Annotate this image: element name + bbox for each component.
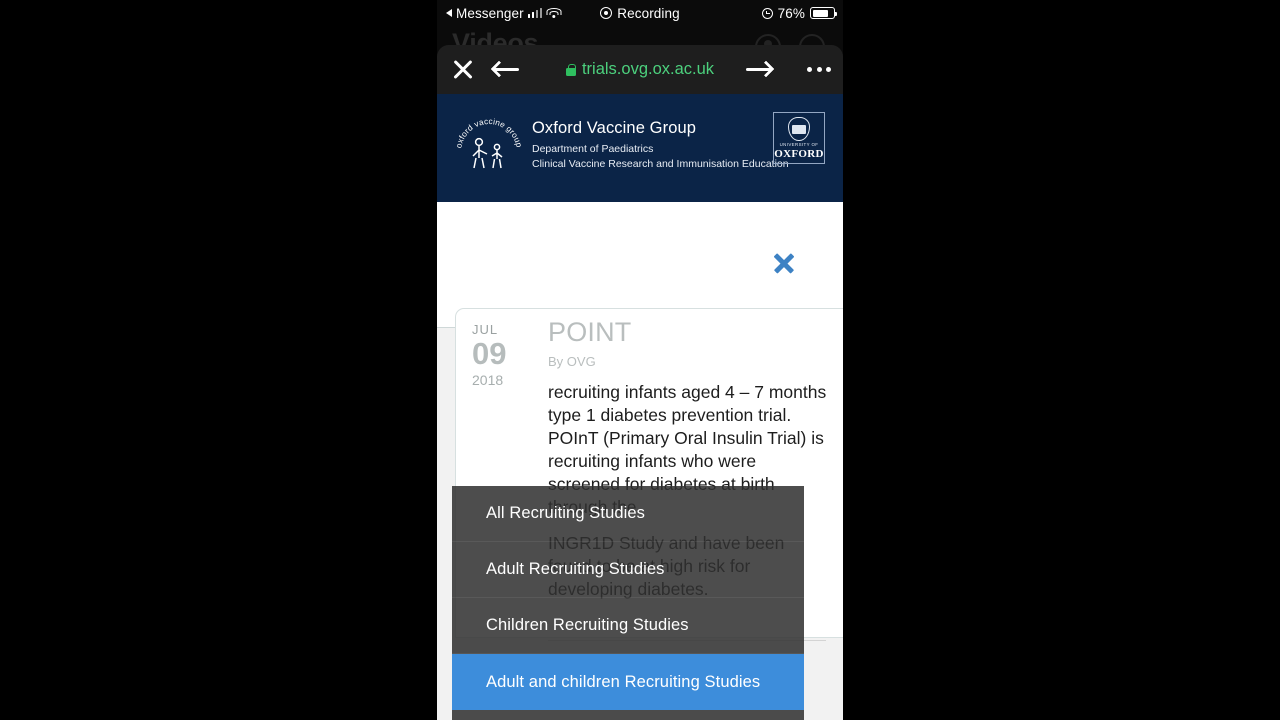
article-byline: By OVG: [548, 354, 596, 369]
article-month: JUL: [472, 322, 499, 337]
dropdown-item-adult-and-children-recruiting[interactable]: Adult and children Recruiting Studies: [452, 654, 804, 710]
arrow-right-icon[interactable]: [745, 57, 775, 83]
dropdown-item-label: Adult and children Recruiting Studies: [486, 672, 761, 691]
site-header: oxford vaccine group Oxford Vaccine Grou…: [437, 94, 843, 202]
org-name: Oxford Vaccine Group: [532, 119, 697, 137]
article-day: 09: [472, 336, 507, 371]
battery-percent-label: 76%: [777, 5, 805, 21]
browser-sheet: trials.ovg.ox.ac.uk oxford vaccine group: [437, 45, 843, 720]
article-date: JUL 09 2018: [472, 323, 536, 387]
status-bar: Messenger Recording 76%: [437, 0, 843, 26]
dropdown-item-adult-recruiting[interactable]: Adult Recruiting Studies: [452, 542, 804, 598]
more-options-icon[interactable]: [807, 67, 831, 72]
url-text: trials.ovg.ox.ac.uk: [581, 60, 715, 78]
status-bar-right: 76%: [761, 5, 838, 21]
article-year: 2018: [472, 372, 504, 388]
close-icon[interactable]: [773, 252, 795, 274]
dropdown-item-closed-studies[interactable]: Closed Studies: [452, 710, 804, 720]
battery-icon: [810, 7, 838, 19]
oxford-crest-icon: UNIVERSITY OF OXFORD: [773, 112, 825, 164]
crest-shield: [788, 116, 810, 141]
site-title-block: Oxford Vaccine Group Department of Paedi…: [532, 119, 789, 172]
studies-dropdown-menu[interactable]: All Recruiting Studies Adult Recruiting …: [452, 486, 804, 720]
recording-label: Recording: [617, 5, 680, 21]
phone-viewport: Messenger Recording 76% Videos trials.ov…: [437, 0, 843, 720]
crest-line2: OXFORD: [774, 147, 824, 160]
dropdown-item-all-recruiting[interactable]: All Recruiting Studies: [452, 486, 804, 542]
url-display[interactable]: trials.ovg.ox.ac.uk: [437, 60, 843, 79]
tagline-label: Clinical Vaccine Research and Immunisati…: [532, 158, 789, 171]
dropdown-item-label: Adult Recruiting Studies: [486, 560, 665, 578]
page-content: JUL 09 2018 POINT By OVG recruiting infa…: [437, 202, 843, 720]
department-label: Department of Paediatrics: [532, 143, 654, 155]
alarm-clock-icon: [761, 7, 773, 19]
article-title[interactable]: POINT: [548, 317, 832, 348]
lock-icon: [565, 63, 576, 76]
oxford-vaccine-group-logo: oxford vaccine group: [455, 112, 523, 172]
crest-line1: UNIVERSITY OF: [779, 141, 819, 147]
svg-text:oxford vaccine group: oxford vaccine group: [455, 117, 523, 149]
browser-toolbar: trials.ovg.ox.ac.uk: [437, 45, 843, 94]
dropdown-item-label: Children Recruiting Studies: [486, 616, 689, 634]
screen-root: Messenger Recording 76% Videos trials.ov…: [0, 0, 1280, 720]
record-dot-icon: [600, 7, 613, 19]
dropdown-item-label: All Recruiting Studies: [486, 504, 646, 522]
logo-arc-text: oxford vaccine group: [455, 117, 523, 169]
dropdown-item-children-recruiting[interactable]: Children Recruiting Studies: [452, 598, 804, 654]
